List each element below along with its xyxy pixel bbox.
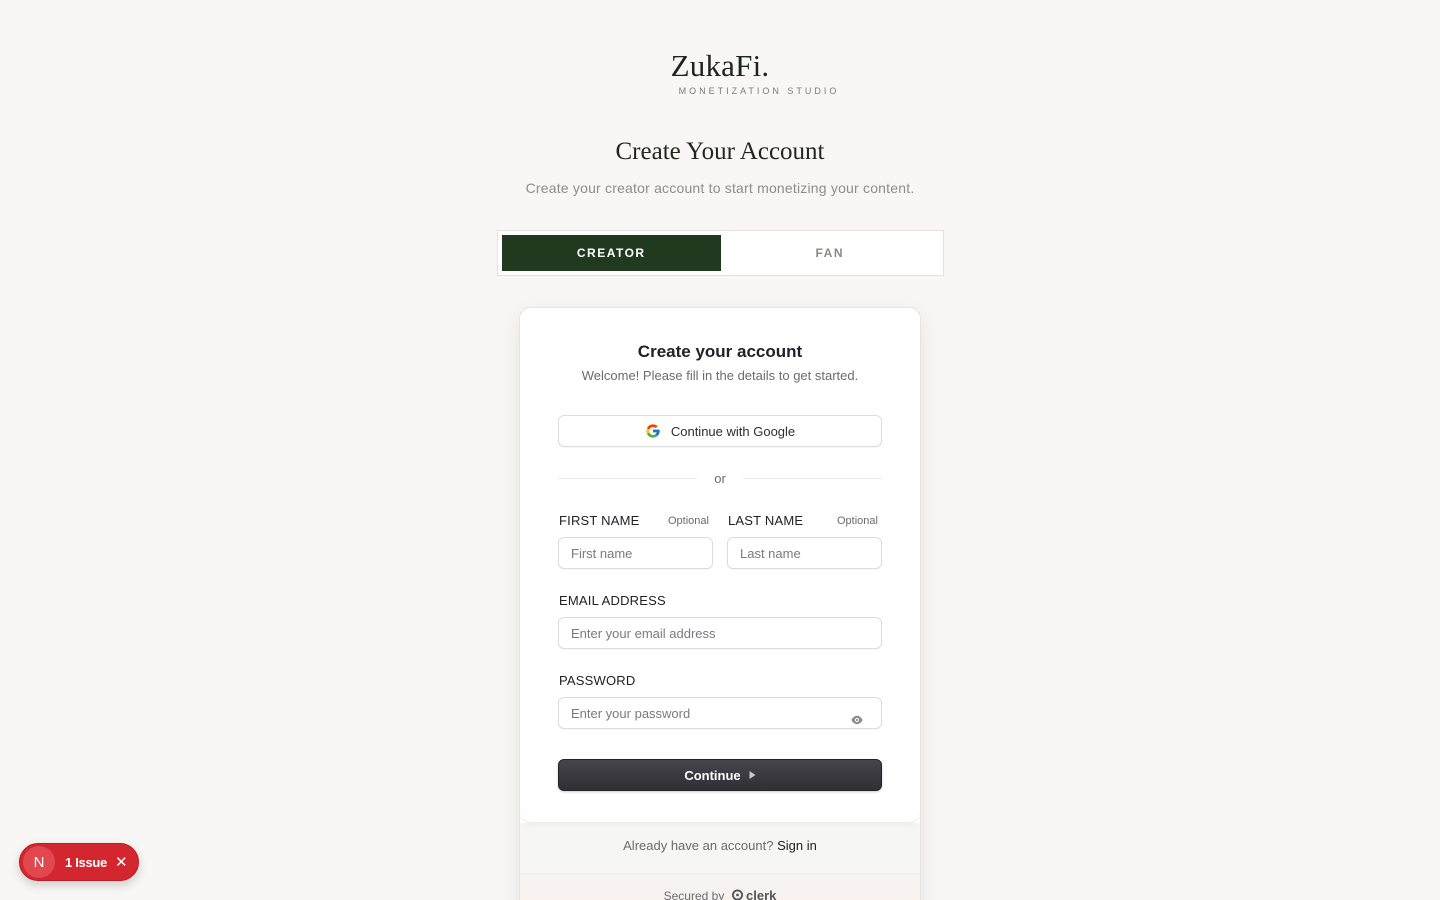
show-password-icon[interactable] <box>850 713 864 727</box>
tab-creator[interactable]: CREATOR <box>502 235 721 271</box>
continue-button[interactable]: Continue <box>558 759 882 791</box>
first-name-label: FIRST NAME <box>559 513 640 528</box>
tab-fan[interactable]: FAN <box>720 235 939 271</box>
signin-prompt-text: Already have an account? <box>623 838 774 853</box>
clerk-logo-icon <box>731 889 743 900</box>
signup-card: Create your account Welcome! Please fill… <box>519 307 921 900</box>
last-name-field[interactable] <box>727 537 882 569</box>
google-icon <box>646 424 660 438</box>
page-title: Create Your Account <box>615 138 825 165</box>
secured-footer: Secured by clerk <box>520 873 920 900</box>
card-main: Create your account Welcome! Please fill… <box>520 308 920 823</box>
google-button-label: Continue with Google <box>670 423 796 439</box>
last-name-label: LAST NAME <box>728 513 804 528</box>
signin-link[interactable]: Sign in <box>777 838 817 853</box>
divider-line-right <box>742 477 882 479</box>
password-label: PASSWORD <box>559 673 636 688</box>
first-name-optional: Optional <box>668 515 709 527</box>
issue-count: 1 Issue <box>65 854 107 870</box>
divider: or <box>558 470 882 486</box>
brand: ZukaFi. MONETIZATION STUDIO <box>0 48 1440 96</box>
divider-text: or <box>714 470 726 486</box>
caret-right-icon <box>749 771 756 779</box>
brand-name: ZukaFi. <box>670 48 770 83</box>
card-subtitle: Welcome! Please fill in the details to g… <box>581 368 859 383</box>
secured-by: Secured by clerk <box>520 888 920 900</box>
clerk-brand: clerk <box>746 888 777 900</box>
close-icon[interactable]: ✕ <box>115 853 128 871</box>
next-logo-icon: N <box>23 846 55 878</box>
email-field[interactable] <box>558 617 882 649</box>
role-toggle: CREATOR FAN <box>497 230 944 276</box>
password-field[interactable] <box>558 697 882 729</box>
first-name-field[interactable] <box>558 537 713 569</box>
brand-tagline: MONETIZATION STUDIO <box>678 86 840 96</box>
signin-prompt: Already have an account? Sign in <box>520 838 920 853</box>
secured-by-text: Secured by <box>663 889 725 900</box>
issues-badge[interactable]: N 1 Issue ✕ <box>19 843 139 881</box>
google-signin-button[interactable]: Continue with Google <box>558 415 882 447</box>
page-subtitle: Create your creator account to start mon… <box>525 180 915 196</box>
continue-label: Continue <box>684 767 741 783</box>
divider-line-left <box>558 477 698 479</box>
email-label: EMAIL ADDRESS <box>559 593 666 608</box>
last-name-optional: Optional <box>837 515 878 527</box>
card-title: Create your account <box>637 342 803 361</box>
